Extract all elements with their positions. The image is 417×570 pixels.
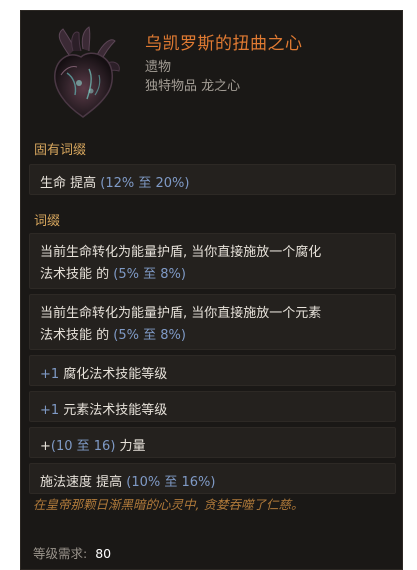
mod-suffix: 腐化法术技能等级 xyxy=(59,367,168,382)
implicit-mod-text: 生命 提高 (12% 至 20%) xyxy=(40,172,189,191)
mod-line-1: 当前生命转化为能量护盾, 当你直接施放一个腐化 xyxy=(40,245,322,260)
requirement-label: 等级需求: xyxy=(33,546,88,561)
mod-text: +1 元素法术技能等级 xyxy=(40,399,167,418)
item-name: 乌凯罗斯的扭曲之心 xyxy=(145,34,303,54)
mod-range: (10 至 16) xyxy=(50,439,116,454)
mod-line-2: 法术技能 的 (5% 至 8%) xyxy=(40,324,186,343)
affix-mod: 施法速度 提高 (10% 至 16%) xyxy=(29,463,396,494)
mod-line-1: 当前生命转化为能量护盾, 当你直接施放一个元素 xyxy=(40,306,322,321)
affix-section-title: 词缀 xyxy=(34,214,61,229)
mod-range: (5% 至 8%) xyxy=(113,267,186,282)
mod-value: +1 xyxy=(40,367,60,382)
flavour-text: 在皇帝那颗日渐黑暗的心灵中, 贪婪吞噬了仁慈。 xyxy=(33,497,304,512)
mod-suffix: 力量 xyxy=(115,439,146,454)
mod-line-2: 法术技能 的 (5% 至 8%) xyxy=(40,263,186,282)
mod-text: +1 腐化法术技能等级 xyxy=(40,363,167,382)
affix-mod: +(10 至 16) 力量 xyxy=(29,427,396,458)
item-header: 乌凯罗斯的扭曲之心 遗物 独特物品 龙之心 xyxy=(21,11,404,123)
mod-value: +1 xyxy=(40,403,60,418)
affix-mod: 当前生命转化为能量护盾, 当你直接施放一个腐化 法术技能 的 (5% 至 8%) xyxy=(29,233,396,289)
mod-prefix: 施法速度 提高 xyxy=(40,475,127,490)
item-class: 遗物 xyxy=(145,60,172,75)
mod-text: 施法速度 提高 (10% 至 16%) xyxy=(40,471,215,490)
affix-mod: +1 腐化法术技能等级 xyxy=(29,355,396,386)
mod-text: +(10 至 16) 力量 xyxy=(40,435,146,454)
affix-mod: +1 元素法术技能等级 xyxy=(29,391,396,422)
item-tooltip: 乌凯罗斯的扭曲之心 遗物 独特物品 龙之心 固有词缀 生命 提高 (12% 至 … xyxy=(20,10,403,570)
mod-range: (10% 至 16%) xyxy=(126,475,216,490)
twisted-heart-icon xyxy=(43,25,125,121)
mod-range: (12% 至 20%) xyxy=(100,176,190,191)
level-requirement: 等级需求: 80 xyxy=(33,543,111,562)
requirement-value: 80 xyxy=(95,546,112,561)
mod-plus: + xyxy=(40,439,51,454)
mod-suffix: 元素法术技能等级 xyxy=(59,403,168,418)
mod-range: (5% 至 8%) xyxy=(113,328,186,343)
implicit-section-title: 固有词缀 xyxy=(34,143,87,158)
affix-mod: 当前生命转化为能量护盾, 当你直接施放一个元素 法术技能 的 (5% 至 8%) xyxy=(29,294,396,350)
mod-prefix: 生命 提高 xyxy=(40,176,101,191)
implicit-mod: 生命 提高 (12% 至 20%) xyxy=(29,164,396,195)
mod-prefix: 法术技能 的 xyxy=(40,267,114,282)
mod-prefix: 法术技能 的 xyxy=(40,328,114,343)
item-type-line: 独特物品 龙之心 xyxy=(145,79,241,94)
